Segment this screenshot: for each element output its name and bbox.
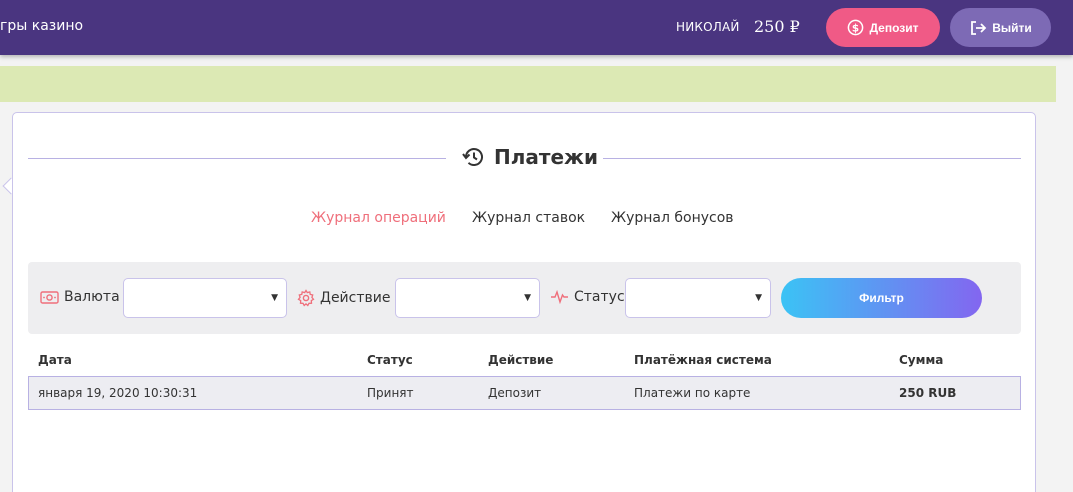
brand-text[interactable]: гры казино [0, 18, 83, 34]
currency-select[interactable]: ▼ [123, 278, 287, 318]
top-navbar: гры казино НИКОЛАЙ 250 ₽ $ Депозит Выйти [0, 0, 1073, 55]
balance: 250 ₽ [754, 17, 800, 36]
banknote-icon [40, 290, 59, 304]
chevron-down-icon: ▼ [524, 293, 531, 303]
notice-bar [0, 66, 1056, 102]
cell-action: Депозит [488, 386, 542, 400]
logout-button[interactable]: Выйти [950, 8, 1051, 47]
status-select[interactable]: ▼ [625, 278, 771, 318]
dollar-circle-icon: $ [848, 19, 864, 36]
history-icon [462, 148, 483, 166]
column-header-payment-system[interactable]: Платёжная система [634, 353, 772, 367]
currency-filter-label: Валюта [40, 289, 120, 305]
status-filter-label: Статус [550, 289, 625, 305]
title-divider-right [603, 158, 1021, 159]
filter-button[interactable]: Фильтр [781, 278, 982, 318]
page-title-text: Платежи [494, 145, 598, 169]
title-divider-left [28, 158, 446, 159]
payments-panel: Платежи Журнал операций Журнал ставок Жу… [12, 112, 1036, 492]
gear-icon [297, 289, 315, 307]
table-row[interactable]: января 19, 2020 10:30:31 Принят Депозит … [28, 376, 1021, 410]
tab-bonuses[interactable]: Журнал бонусов [611, 210, 734, 226]
tab-operations[interactable]: Журнал операций [311, 210, 446, 226]
logout-label: Выйти [992, 20, 1032, 35]
action-filter-label: Действие [297, 289, 390, 307]
cell-amount: 250 RUB [899, 386, 957, 400]
chevron-down-icon: ▼ [271, 293, 278, 303]
column-header-date[interactable]: Дата [38, 353, 72, 367]
action-select[interactable]: ▼ [395, 278, 540, 318]
deposit-label: Депозит [869, 20, 919, 35]
column-header-action[interactable]: Действие [488, 353, 553, 367]
page-title: Платежи [460, 145, 598, 169]
status-label: Статус [574, 289, 625, 305]
deposit-button[interactable]: $ Депозит [826, 8, 940, 47]
svg-text:$: $ [852, 22, 859, 34]
filter-bar: Валюта ▼ Действие ▼ Статус ▼ Фильтр [28, 262, 1021, 334]
column-header-amount[interactable]: Сумма [899, 353, 943, 367]
currency-label: Валюта [64, 289, 120, 305]
username[interactable]: НИКОЛАЙ [676, 20, 740, 34]
tab-bets[interactable]: Журнал ставок [472, 210, 585, 226]
cell-payment-system: Платежи по карте [634, 386, 751, 400]
column-header-status[interactable]: Статус [367, 353, 413, 367]
cell-date: января 19, 2020 10:30:31 [38, 386, 198, 400]
chevron-down-icon: ▼ [755, 293, 762, 303]
action-label: Действие [320, 290, 391, 306]
pulse-icon [551, 290, 568, 304]
logout-arrow-icon [971, 20, 987, 35]
cell-status: Принят [367, 386, 414, 400]
